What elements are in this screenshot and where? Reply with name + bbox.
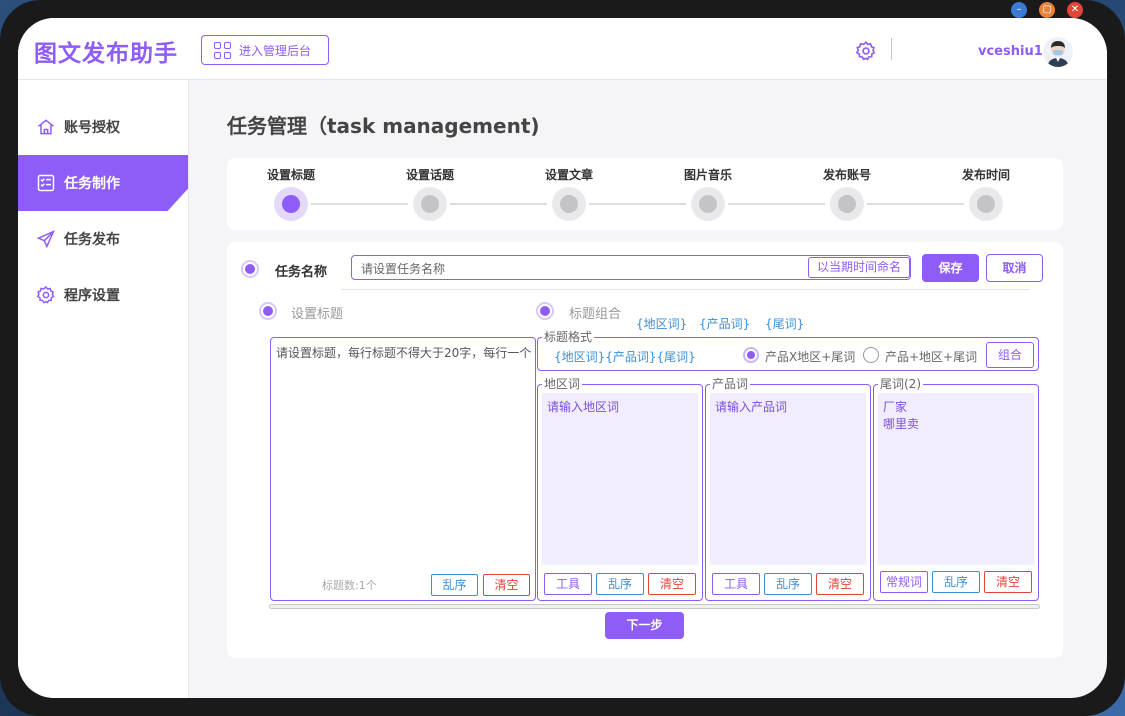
region-words-group: 地区词 请输入地区词 工具 乱序 清空 xyxy=(537,376,703,601)
title-textarea[interactable]: 请设置标题，每行标题不得大于20字，每行一个 标题数:1个 乱序 清空 xyxy=(270,337,536,601)
name-by-time-button[interactable]: 以当期时间命名 xyxy=(808,257,910,278)
horizontal-scrollbar[interactable] xyxy=(269,604,1040,609)
cancel-button[interactable]: 取消 xyxy=(986,254,1043,282)
sidebar-item-task-publish[interactable]: 任务发布 xyxy=(18,211,188,267)
step-label: 设置标题 xyxy=(266,168,315,182)
common-words-button[interactable]: 常规词 xyxy=(880,571,928,593)
minimize-button[interactable]: – xyxy=(1011,2,1027,18)
step-connector xyxy=(728,203,825,205)
tail-words-legend: 尾词(2) xyxy=(878,376,923,392)
step-label: 图片音乐 xyxy=(683,168,732,182)
title-shuffle-button[interactable]: 乱序 xyxy=(431,574,478,596)
task-form-card: 任务名称 请设置任务名称 以当期时间命名 保存 取消 设置标题 请设置标题，每行… xyxy=(227,242,1063,658)
sidebar-item-task-create[interactable]: 任务制作 xyxy=(18,155,188,211)
step-label: 发布账号 xyxy=(822,168,871,182)
admin-panel-label: 进入管理后台 xyxy=(239,43,312,58)
product-words-textarea[interactable]: 请输入产品词 xyxy=(710,393,866,565)
sidebar-item-account-auth[interactable]: 账号授权 xyxy=(18,99,188,155)
close-button[interactable]: ✕ xyxy=(1067,2,1083,18)
step-dot-3[interactable] xyxy=(552,187,586,221)
title-format-group: 标题格式 {地区词}{产品词}{尾词} 产品X地区+尾词 产品+地区+尾词 组合 xyxy=(537,329,1039,371)
step-connector xyxy=(867,203,964,205)
step-label: 设置话题 xyxy=(405,168,454,182)
var-region[interactable]: {地区词} xyxy=(636,315,687,332)
grid-icon xyxy=(214,41,231,59)
step-dot-2[interactable] xyxy=(413,187,447,221)
gear-icon xyxy=(36,286,55,304)
title-count: 标题数:1个 xyxy=(322,579,377,592)
checklist-icon xyxy=(37,174,55,192)
task-name-label: 任务名称 xyxy=(275,265,328,280)
product-clear-button[interactable]: 清空 xyxy=(816,573,864,595)
title-combine-label: 标题组合 xyxy=(569,307,622,322)
divider xyxy=(891,38,892,60)
title-format-legend: 标题格式 xyxy=(542,329,595,345)
step-dot-6[interactable] xyxy=(969,187,1003,221)
set-title-label: 设置标题 xyxy=(291,307,344,322)
product-words-legend: 产品词 xyxy=(710,376,751,392)
title-clear-button[interactable]: 清空 xyxy=(483,574,530,596)
page-title: 任务管理（task management) xyxy=(227,114,540,138)
tail-word: 厂家 xyxy=(883,400,908,414)
task-name-radio[interactable] xyxy=(241,260,259,278)
tail-word: 哪里卖 xyxy=(883,417,920,431)
maximize-button[interactable]: ▢ xyxy=(1039,2,1055,18)
sidebar-item-label: 任务发布 xyxy=(64,232,120,248)
step-connector xyxy=(311,203,408,205)
step-dot-4[interactable] xyxy=(691,187,725,221)
region-words-legend: 地区词 xyxy=(542,376,583,392)
app-title: 图文发布助手 xyxy=(34,41,178,67)
step-connector xyxy=(450,203,547,205)
region-words-textarea[interactable]: 请输入地区词 xyxy=(542,393,698,565)
window-controls: – ▢ ✕ xyxy=(1011,2,1083,18)
option-label-2: 产品+地区+尾词 xyxy=(885,350,978,364)
tail-words-group: 尾词(2) 厂家 哪里卖 常规词 乱序 清空 xyxy=(873,376,1039,601)
product-shuffle-button[interactable]: 乱序 xyxy=(764,573,812,595)
combine-button[interactable]: 组合 xyxy=(986,342,1034,368)
region-shuffle-button[interactable]: 乱序 xyxy=(596,573,644,595)
product-words-group: 产品词 请输入产品词 工具 乱序 清空 xyxy=(705,376,871,601)
app-window: 图文发布助手 进入管理后台 vceshiu1 账号授权 任务制作 任务发布 程序… xyxy=(18,18,1107,698)
option-label-1: 产品X地区+尾词 xyxy=(765,350,856,364)
home-icon xyxy=(38,119,54,135)
main-content: 任务管理（task management) 设置标题 设置话题 设置文章 图片音… xyxy=(189,80,1107,698)
title-format-value[interactable]: {地区词}{产品词}{尾词} xyxy=(554,348,696,365)
sidebar-item-label: 账号授权 xyxy=(64,120,120,136)
step-connector xyxy=(589,203,686,205)
title-combine-radio[interactable] xyxy=(536,302,554,320)
tail-words-list: 厂家 哪里卖 xyxy=(883,399,919,433)
tail-words-textarea[interactable]: 厂家 哪里卖 xyxy=(878,393,1034,565)
send-icon xyxy=(36,230,55,249)
region-tool-button[interactable]: 工具 xyxy=(544,573,592,595)
step-dot-5[interactable] xyxy=(830,187,864,221)
top-bar: 图文发布助手 进入管理后台 vceshiu1 xyxy=(18,18,1107,80)
var-product[interactable]: {产品词} xyxy=(699,315,750,332)
save-button[interactable]: 保存 xyxy=(922,254,979,282)
next-step-button[interactable]: 下一步 xyxy=(605,612,684,639)
product-tool-button[interactable]: 工具 xyxy=(712,573,760,595)
option-radio-2[interactable] xyxy=(863,347,879,363)
title-placeholder: 请设置标题，每行标题不得大于20字，每行一个 xyxy=(276,346,532,360)
tail-clear-button[interactable]: 清空 xyxy=(984,571,1032,593)
sidebar-item-label: 任务制作 xyxy=(64,176,120,192)
var-tail[interactable]: {尾词} xyxy=(765,315,804,332)
product-words-placeholder: 请输入产品词 xyxy=(715,400,788,414)
username[interactable]: vceshiu1 xyxy=(978,44,1043,59)
step-label: 设置文章 xyxy=(544,168,593,182)
sidebar-item-label: 程序设置 xyxy=(64,288,120,304)
option-radio-1[interactable] xyxy=(743,347,759,363)
admin-panel-button[interactable]: 进入管理后台 xyxy=(201,35,329,65)
tail-shuffle-button[interactable]: 乱序 xyxy=(932,571,980,593)
avatar[interactable] xyxy=(1043,37,1073,67)
region-words-placeholder: 请输入地区词 xyxy=(547,400,620,414)
step-progress: 设置标题 设置话题 设置文章 图片音乐 发布账号 发布时间 xyxy=(227,158,1063,230)
step-dot-1[interactable] xyxy=(274,187,308,221)
settings-gear-icon[interactable] xyxy=(855,40,877,62)
region-clear-button[interactable]: 清空 xyxy=(648,573,696,595)
sidebar: 账号授权 任务制作 任务发布 程序设置 xyxy=(18,80,189,698)
sidebar-item-program-settings[interactable]: 程序设置 xyxy=(18,267,188,323)
step-label: 发布时间 xyxy=(961,168,1010,182)
divider xyxy=(341,289,1029,290)
set-title-radio[interactable] xyxy=(259,302,277,320)
